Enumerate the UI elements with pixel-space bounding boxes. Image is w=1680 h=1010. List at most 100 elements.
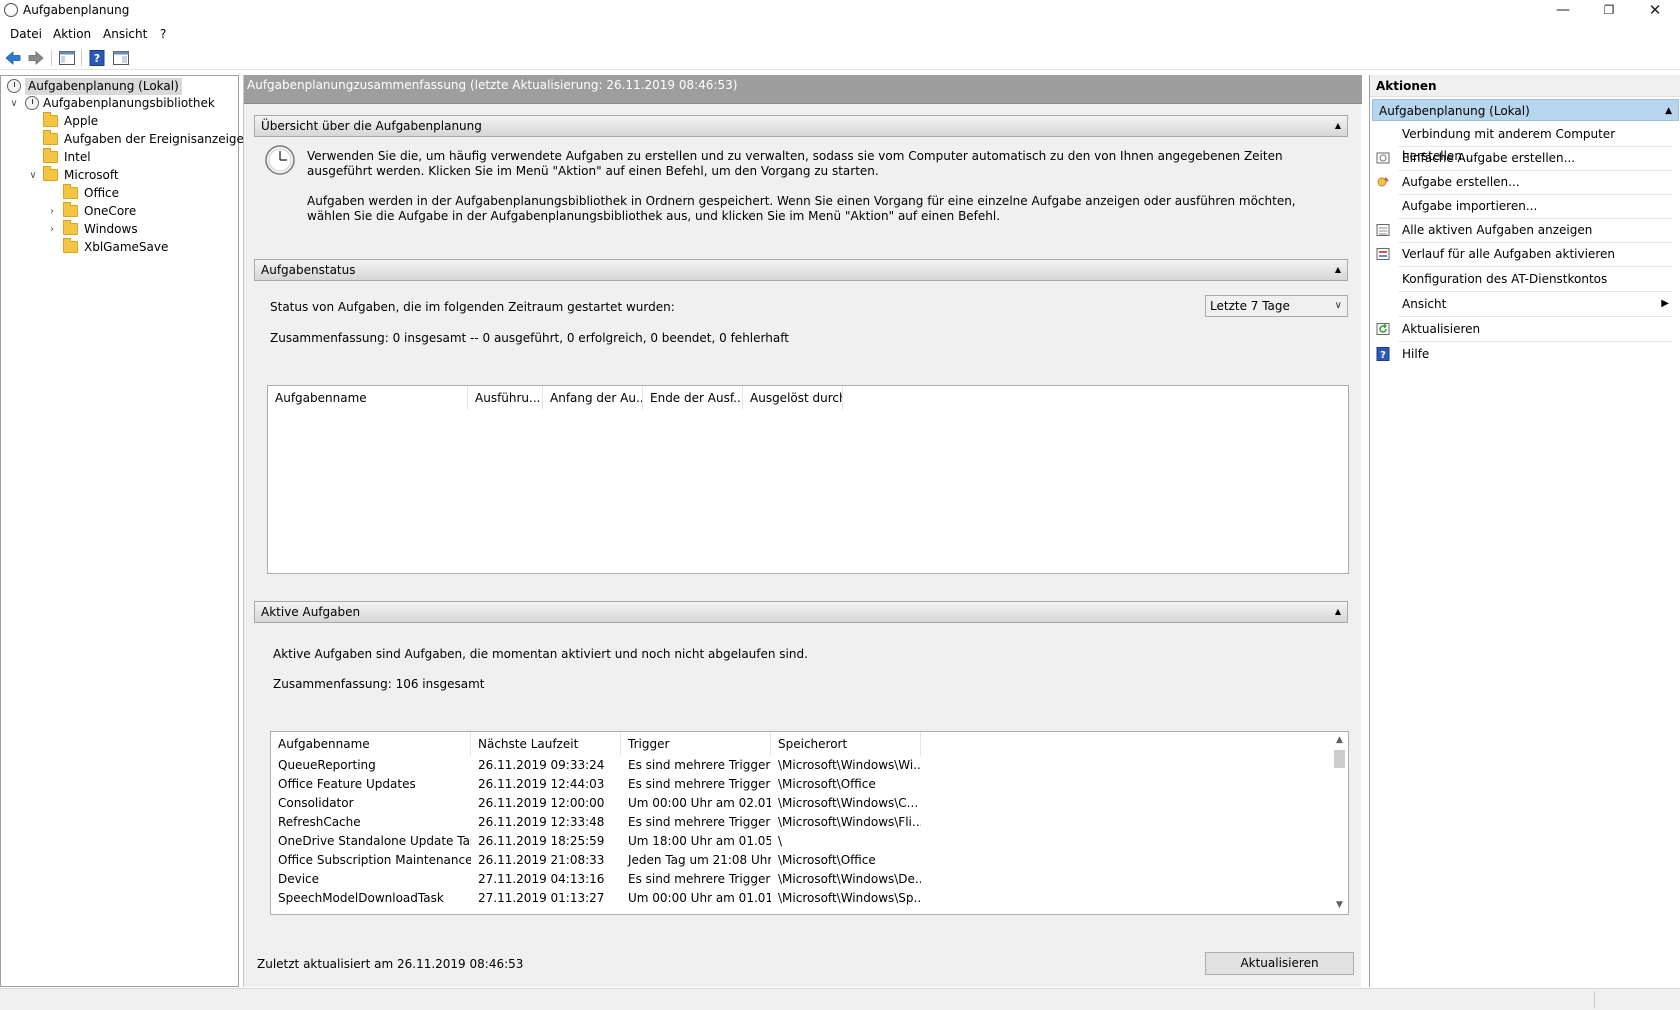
column-header[interactable]: Aufgabenname	[268, 386, 468, 410]
table-row[interactable]: RefreshCache 26.11.2019 12:33:48 Es sind m…	[271, 813, 1348, 832]
menu-ansicht[interactable]: Ansicht	[103, 27, 147, 41]
close-button[interactable]: ✕	[1632, 0, 1678, 22]
action-enable-history[interactable]: Verlauf für alle Aufgaben aktivieren	[1370, 243, 1675, 265]
minimize-button[interactable]: —	[1540, 0, 1586, 22]
vertical-scrollbar[interactable]: ▲ ▼	[1331, 732, 1348, 914]
active-tasks-list[interactable]: Aufgabenname Nächste Laufzeit Trigger Sp…	[270, 731, 1349, 915]
folder-icon	[63, 184, 78, 199]
actions-group-label: Aufgabenplanung (Lokal)	[1379, 104, 1530, 118]
overview-paragraph-2: Aufgaben werden in der Aufgabenplanungsb…	[307, 194, 1296, 223]
chevron-right-icon[interactable]: ›	[47, 203, 57, 220]
table-row[interactable]: SpeechModelDownloadTask 27.11.2019 01:13:…	[271, 889, 1348, 908]
folder-icon	[63, 238, 78, 253]
table-cell: RefreshCache	[278, 815, 361, 829]
help-icon[interactable]: ?	[88, 49, 106, 67]
column-header[interactable]: Ausgelöst durch	[743, 386, 843, 410]
folder-icon	[43, 130, 58, 145]
period-select[interactable]: Letzte 7 Tage ∨	[1205, 295, 1348, 317]
tree-item-windows[interactable]: › Windows	[5, 220, 235, 238]
action-show-active-tasks[interactable]: Alle aktiven Aufgaben anzeigen	[1370, 219, 1675, 241]
divider	[1398, 316, 1673, 317]
column-header[interactable]: Ende der Ausf...	[643, 386, 743, 410]
tree-item-library[interactable]: ∨ Aufgabenplanungsbibliothek	[5, 95, 235, 112]
svg-text:?: ?	[94, 52, 100, 65]
action-label: Aufgabe importieren...	[1402, 199, 1538, 213]
table-cell: Es sind mehrere Trigger ...	[628, 758, 771, 772]
refresh-button[interactable]: Aktualisieren	[1205, 952, 1354, 975]
action-at-service-account[interactable]: Konfiguration des AT-Dienstkontos	[1370, 268, 1675, 290]
task-icon	[1377, 177, 1389, 187]
tree-item-office[interactable]: Office	[5, 184, 235, 202]
menu-datei[interactable]: Datei	[10, 27, 42, 41]
scroll-up-icon[interactable]: ▲	[1331, 732, 1348, 749]
action-refresh[interactable]: Aktualisieren	[1370, 318, 1675, 340]
table-cell: QueueReporting	[278, 758, 376, 772]
tree-item-label: Windows	[84, 222, 138, 236]
folder-icon	[43, 166, 58, 181]
action-view[interactable]: Ansicht ▶	[1370, 293, 1675, 315]
column-header[interactable]: Nächste Laufzeit	[471, 732, 621, 756]
action-create-task[interactable]: Aufgabe erstellen...	[1370, 171, 1675, 193]
tree-item-microsoft[interactable]: ∨ Microsoft	[5, 166, 235, 184]
chevron-right-icon[interactable]: ›	[47, 221, 57, 238]
task-scheduler-icon	[4, 3, 18, 17]
table-row[interactable]: Office Subscription Maintenance 26.11.201…	[271, 851, 1348, 870]
column-header[interactable]: Trigger	[621, 732, 771, 756]
column-header[interactable]: Speicherort	[771, 732, 921, 756]
tree-item-onecore[interactable]: › OneCore	[5, 202, 235, 220]
action-connect-computer[interactable]: Verbindung mit anderem Computer herstell…	[1370, 123, 1675, 163]
action-create-basic-task[interactable]: Einfache Aufgabe erstellen...	[1370, 147, 1675, 169]
overview-section-header[interactable]: Übersicht über die Aufgabenplanung ▲	[254, 115, 1348, 137]
clock-icon	[265, 145, 295, 175]
table-row[interactable]: QueueReporting 26.11.2019 09:33:24 Es sind…	[271, 756, 1348, 775]
active-tasks-section-header[interactable]: Aktive Aufgaben ▲	[254, 601, 1348, 623]
tree-item-root[interactable]: Aufgabenplanung (Lokal)	[5, 78, 235, 95]
table-row[interactable]: Consolidator 26.11.2019 12:00:00 Um 00:00 …	[271, 794, 1348, 813]
table-cell: Consolidator	[278, 796, 354, 810]
actions-group-local[interactable]: Aufgabenplanung (Lokal) ▲	[1372, 99, 1679, 121]
table-cell: Jeden Tag um 21:08 Uhr	[628, 853, 771, 867]
tree-item-intel[interactable]: Intel	[5, 148, 235, 166]
collapse-icon[interactable]: ▲	[1665, 100, 1672, 122]
tree-item-xblgamesave[interactable]: XblGameSave	[5, 238, 235, 256]
restore-button[interactable]: ❐	[1586, 0, 1632, 22]
menu-help[interactable]: ?	[160, 27, 166, 41]
action-help[interactable]: ? Hilfe	[1370, 343, 1675, 365]
menu-aktion[interactable]: Aktion	[53, 27, 91, 41]
help-icon: ?	[1376, 347, 1390, 361]
chevron-down-icon[interactable]: ∨	[28, 167, 38, 184]
scroll-thumb[interactable]	[1334, 750, 1345, 768]
column-header[interactable]: Aufgabenname	[271, 732, 471, 756]
table-row[interactable]: Office Feature Updates 26.11.2019 12:44:0…	[271, 775, 1348, 794]
chevron-down-icon[interactable]: ∨	[9, 95, 19, 112]
submenu-arrow-icon: ▶	[1661, 298, 1669, 309]
back-arrow-icon[interactable]	[4, 49, 22, 67]
table-row[interactable]: OneDrive Standalone Update Task-... 26.11…	[271, 832, 1348, 851]
column-header[interactable]: Anfang der Au...	[543, 386, 643, 410]
action-pane-icon[interactable]	[112, 49, 130, 67]
table-cell: \Microsoft\Windows\De...	[778, 872, 921, 886]
table-cell: 26.11.2019 21:08:33	[478, 853, 605, 867]
overview-paragraph-1: Verwenden Sie die, um häufig verwendete …	[307, 149, 1283, 178]
forward-arrow-icon[interactable]	[27, 49, 45, 67]
tree-item-event-viewer-tasks[interactable]: Aufgaben der Ereignisanzeige	[5, 130, 244, 148]
tree-item-label: Apple	[64, 114, 99, 128]
table-row[interactable]: Device 27.11.2019 04:13:16 Es sind mehrere…	[271, 870, 1348, 889]
table-cell: 26.11.2019 12:33:48	[478, 815, 605, 829]
menu-bar: Datei Aktion Ansicht ?	[0, 24, 1680, 44]
collapse-icon[interactable]: ▲	[1335, 260, 1341, 280]
task-status-list[interactable]: Aufgabenname Ausführu... Anfang der Au..…	[267, 385, 1349, 574]
table-cell: \Microsoft\Windows\C...	[778, 796, 919, 810]
table-cell: \Microsoft\Windows\Fli...	[778, 815, 921, 829]
action-import-task[interactable]: Aufgabe importieren...	[1370, 195, 1675, 217]
scroll-down-icon[interactable]: ▼	[1331, 897, 1348, 914]
tree-item-label: XblGameSave	[84, 240, 169, 254]
console-tree-icon[interactable]	[58, 49, 76, 67]
column-header[interactable]: Ausführu...	[468, 386, 543, 410]
table-cell: Um 18:00 Uhr am 01.05....	[628, 834, 771, 848]
task-status-section-header[interactable]: Aufgabenstatus ▲	[254, 259, 1348, 281]
collapse-icon[interactable]: ▲	[1335, 602, 1341, 622]
collapse-icon[interactable]: ▲	[1335, 116, 1341, 136]
active-tasks-summary: Zusammenfassung: 106 insgesamt	[273, 677, 485, 691]
tree-item-apple[interactable]: Apple	[5, 112, 235, 130]
